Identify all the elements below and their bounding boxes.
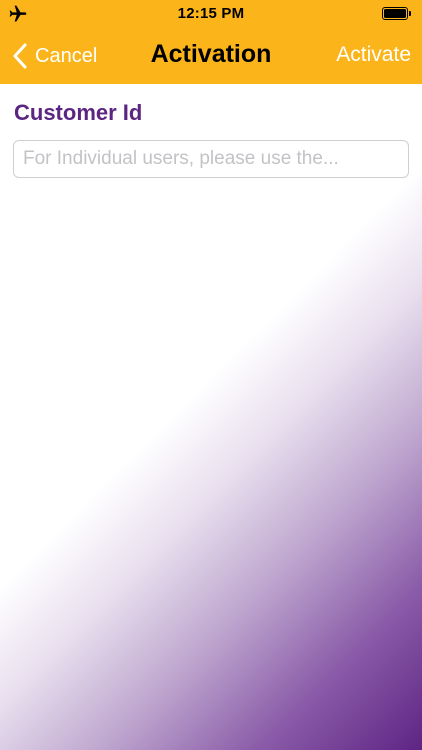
activate-button[interactable]: Activate (336, 43, 411, 67)
customer-id-input[interactable] (13, 140, 409, 178)
navigation-bar: Cancel Activation Activate (0, 28, 422, 84)
status-bar: 12:15 PM (0, 0, 422, 28)
status-time: 12:15 PM (177, 5, 245, 22)
activation-screen: 12:15 PM Cancel Activation Activate Cust… (0, 0, 422, 750)
customer-id-label: Customer Id (14, 100, 143, 125)
battery-icon (382, 7, 412, 21)
